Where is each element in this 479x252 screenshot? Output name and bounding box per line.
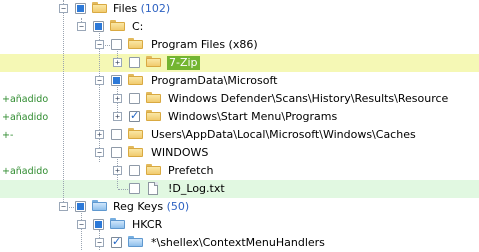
folder-icon: [128, 128, 143, 139]
checkbox-icon[interactable]: [129, 57, 140, 68]
tree-node-windows[interactable]: − WINDOWS: [0, 144, 479, 162]
collapse-icon[interactable]: −: [59, 4, 68, 13]
expand-icon[interactable]: +: [95, 130, 104, 139]
checkbox-icon[interactable]: [93, 21, 104, 32]
program-files-label: Program Files (x86): [151, 38, 258, 51]
checkbox-icon[interactable]: [75, 3, 86, 14]
hkcr-label: HKCR: [132, 218, 163, 231]
defender-label: Windows Defender\Scans\History\Results\R…: [168, 92, 449, 105]
checkbox-icon[interactable]: [129, 165, 140, 176]
collapse-icon[interactable]: −: [77, 220, 86, 229]
tree-node-prefetch[interactable]: + Prefetch: [0, 162, 479, 180]
folder-icon: [128, 38, 143, 49]
files-label: Files: [113, 2, 138, 15]
7zip-label: 7-Zip: [167, 56, 200, 70]
expand-icon[interactable]: +: [113, 166, 122, 175]
collapse-icon[interactable]: −: [95, 40, 104, 49]
folder-blue-icon: [128, 236, 143, 247]
tree-node-c-drive[interactable]: − C:: [0, 18, 479, 36]
collapse-icon[interactable]: −: [95, 76, 104, 85]
folder-icon: [146, 92, 161, 103]
shellex-label: *\shellex\ContextMenuHandlers: [151, 236, 325, 249]
folder-icon: [146, 110, 161, 121]
file-icon: [148, 182, 158, 195]
folder-icon: [128, 146, 143, 157]
tree-node-7zip[interactable]: + 7-Zip: [0, 54, 479, 72]
checkbox-icon[interactable]: [75, 201, 86, 212]
files-count: (102): [140, 2, 171, 15]
collapse-icon[interactable]: −: [95, 238, 104, 247]
regkeys-count: (50): [166, 200, 190, 213]
checkbox-icon[interactable]: [93, 219, 104, 230]
startmenu-label: Windows\Start Menu\Programs: [168, 110, 338, 123]
prefetch-label: Prefetch: [168, 164, 214, 177]
checkbox-icon[interactable]: [111, 129, 122, 140]
expand-icon[interactable]: +: [113, 94, 122, 103]
checkbox-icon[interactable]: [111, 39, 122, 50]
programdata-label: ProgramData\Microsoft: [151, 74, 278, 87]
folder-blue-icon: [92, 200, 107, 211]
users-caches-label: Users\AppData\Local\Microsoft\Windows\Ca…: [151, 128, 416, 141]
tree-node-regkeys[interactable]: − Reg Keys (50): [0, 198, 479, 216]
folder-icon: [146, 56, 161, 67]
expand-icon[interactable]: +: [113, 112, 122, 121]
checkbox-icon[interactable]: [129, 93, 140, 104]
tree-node-program-files[interactable]: − Program Files (x86): [0, 36, 479, 54]
collapse-icon[interactable]: −: [95, 148, 104, 157]
folder-icon: [146, 164, 161, 175]
folder-icon: [128, 74, 143, 85]
collapse-icon[interactable]: −: [59, 202, 68, 211]
folder-icon: [110, 20, 125, 31]
checkbox-icon[interactable]: [111, 147, 122, 158]
folder-icon: [92, 2, 107, 13]
expand-icon[interactable]: +: [113, 58, 122, 67]
windows-label: WINDOWS: [151, 146, 209, 159]
checkbox-icon[interactable]: [129, 109, 140, 122]
checkbox-icon[interactable]: [111, 75, 122, 86]
tree-node-files[interactable]: − Files (102): [0, 0, 479, 18]
c-drive-label: C:: [132, 20, 144, 33]
tree-node-defender[interactable]: + Windows Defender\Scans\History\Results…: [0, 90, 479, 108]
tree-node-startmenu[interactable]: + Windows\Start Menu\Programs: [0, 108, 479, 126]
collapse-icon[interactable]: −: [77, 22, 86, 31]
dlog-label: !D_Log.txt: [168, 182, 225, 195]
checkbox-icon[interactable]: [129, 183, 140, 194]
tree-node-hkcr[interactable]: − HKCR: [0, 216, 479, 234]
tree-node-shellex[interactable]: − *\shellex\ContextMenuHandlers: [0, 234, 479, 252]
regkeys-label: Reg Keys: [113, 200, 164, 213]
tree-node-users-caches[interactable]: + Users\AppData\Local\Microsoft\Windows\…: [0, 126, 479, 144]
tree-node-programdata[interactable]: − ProgramData\Microsoft: [0, 72, 479, 90]
tree-line: [118, 189, 128, 190]
checkbox-icon[interactable]: [111, 235, 122, 248]
folder-blue-icon: [110, 218, 125, 229]
tree-node-dlog[interactable]: !D_Log.txt: [0, 180, 479, 198]
